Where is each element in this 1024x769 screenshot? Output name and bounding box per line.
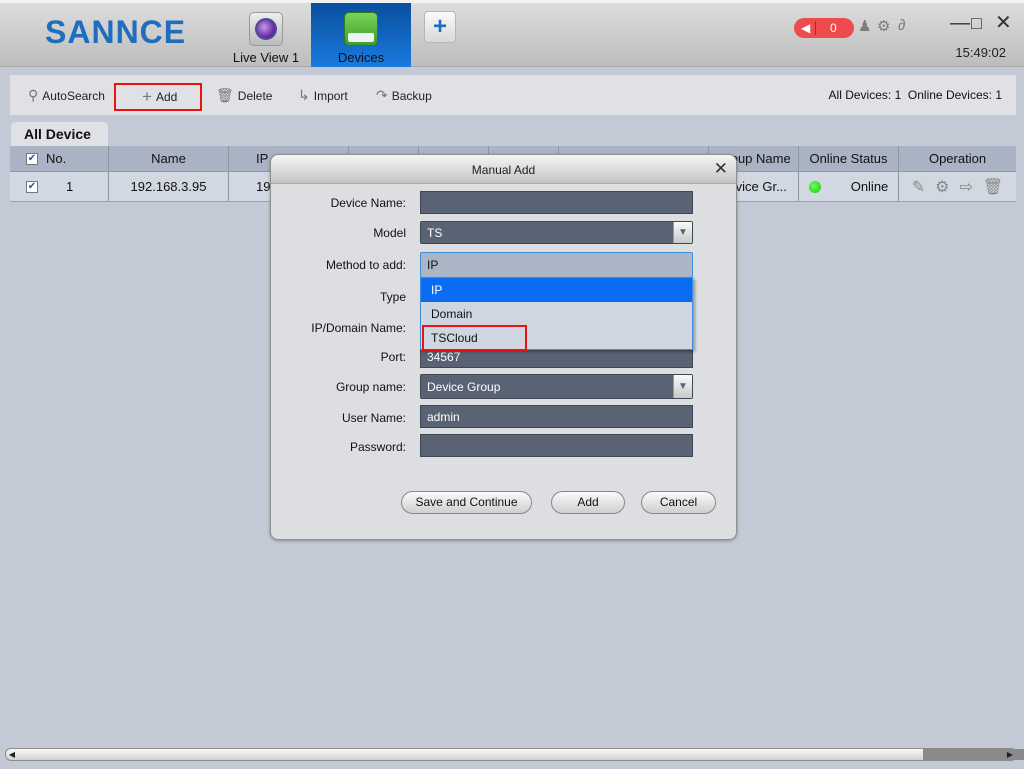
model-value: TS [427, 226, 443, 240]
device-counts: All Devices: 1 Online Devices: 1 [829, 88, 1002, 102]
performance-gauge-icon[interactable]: ∂ [898, 17, 905, 34]
save-and-continue-button[interactable]: Save and Continue [401, 491, 532, 514]
tab-live-view[interactable]: Live View 1 [222, 3, 310, 67]
title-bar: SANNCE Live View 1 Devices + ◀ 0 ♟ ⚙ ∂ —… [0, 0, 1024, 67]
user-icon[interactable]: ♟ [858, 17, 871, 35]
header-no[interactable]: ✔ No. [10, 146, 109, 171]
add-device-button[interactable]: Add [551, 491, 625, 514]
header-operation: Operation [928, 151, 987, 166]
tscloud-highlight [422, 325, 527, 351]
import-icon: ↳ [298, 87, 310, 103]
trash-icon: 🗑 [216, 87, 234, 103]
add-tab-button[interactable]: + [424, 11, 456, 43]
clock: 15:49:02 [955, 45, 1006, 60]
camera-lens-icon [249, 12, 283, 46]
tab-live-view-label: Live View 1 [232, 50, 300, 65]
device-name-label: Device Name: [330, 196, 406, 210]
edit-pencil-icon[interactable]: ✎ [912, 177, 925, 197]
password-input[interactable] [420, 434, 693, 457]
devices-icon [344, 12, 378, 46]
gear-icon[interactable]: ⚙ [877, 17, 890, 35]
scroll-left-icon[interactable]: ◀ [7, 749, 17, 760]
row-no-value: 1 [66, 179, 74, 194]
autosearch-label: AutoSearch [42, 88, 105, 103]
alarm-badge[interactable]: ◀ 0 [794, 18, 854, 38]
model-select[interactable]: TS ▼ [420, 221, 693, 244]
header-name[interactable]: Name [109, 146, 229, 171]
delete-button[interactable]: 🗑 Delete [216, 87, 272, 104]
tab-devices-label: Devices [337, 50, 385, 65]
method-label: Method to add: [325, 258, 406, 272]
backup-label: Backup [391, 88, 432, 103]
backup-button[interactable]: ↷ Backup [376, 87, 432, 104]
chevron-down-icon[interactable]: ▼ [673, 375, 692, 398]
ip-domain-label: IP/Domain Name: [311, 321, 406, 335]
row-checkbox[interactable]: ✔ [26, 180, 38, 193]
row-status: Online [799, 172, 899, 201]
backup-icon: ↷ [376, 87, 388, 103]
dialog-close-icon[interactable]: ✕ [714, 159, 728, 179]
close-icon[interactable]: ✕ [995, 12, 1012, 34]
user-name-input[interactable]: admin [420, 405, 693, 428]
port-label: Port: [380, 350, 406, 364]
settings-gear-icon[interactable]: ⚙ [935, 177, 949, 197]
type-label: Type [379, 290, 406, 304]
app-logo: SANNCE [45, 14, 187, 50]
online-status-dot [808, 180, 821, 193]
chevron-down-icon[interactable]: ▼ [673, 222, 692, 243]
top-strip [0, 0, 1024, 3]
all-devices-label: All Devices: [828, 88, 892, 102]
method-select[interactable]: IP [420, 252, 693, 278]
row-no: ✔ 1 [10, 172, 109, 201]
row-name: 192.168.3.95 [109, 172, 229, 201]
header-no-label: No. [46, 151, 67, 166]
search-icon: ⚲ [28, 87, 39, 103]
alarm-count: 0 [830, 21, 837, 35]
row-status-label: Online [850, 179, 889, 194]
method-option-domain[interactable]: Domain [421, 302, 692, 326]
group-name-value: Device Group [427, 380, 501, 394]
method-option-ip[interactable]: IP [421, 278, 692, 302]
logout-arrow-icon[interactable]: ⇨ [960, 177, 973, 197]
scroll-right-icon[interactable]: ▶ [1005, 749, 1015, 760]
device-name-input[interactable] [420, 191, 693, 214]
user-name-label: User Name: [341, 411, 406, 425]
import-button[interactable]: ↳ Import [298, 87, 348, 104]
tab-devices[interactable]: Devices [311, 3, 411, 67]
cancel-button[interactable]: Cancel [641, 491, 716, 514]
delete-label: Delete [237, 88, 273, 103]
select-all-checkbox[interactable]: ✔ [26, 152, 38, 165]
dialog-title: Manual Add [271, 155, 736, 184]
minimize-icon[interactable]: — [950, 12, 970, 34]
delete-trash-icon[interactable]: 🗑 [983, 177, 1003, 197]
speaker-icon: ◀ [801, 21, 811, 35]
tab-all-device[interactable]: All Device [11, 122, 108, 147]
row-operations: ✎ ⚙ ⇨ 🗑 [899, 172, 1016, 201]
add-button-highlight [114, 83, 202, 111]
maximize-icon[interactable]: □ [971, 12, 982, 34]
alarm-separator [815, 21, 816, 35]
horizontal-scrollbar[interactable]: ◀ ▶ [5, 748, 1024, 761]
import-label: Import [313, 88, 348, 103]
online-devices-label: Online Devices: [907, 88, 992, 102]
all-devices-count: 1 [894, 88, 902, 102]
password-label: Password: [349, 440, 406, 454]
group-name-label: Group name: [335, 380, 406, 394]
header-status[interactable]: Online Status [799, 146, 899, 171]
autosearch-button[interactable]: ⚲ AutoSearch [28, 87, 105, 104]
model-label: Model [373, 226, 406, 240]
manual-add-dialog: Manual Add ✕ Device Name: Model TS ▼ Met… [270, 154, 737, 540]
group-name-select[interactable]: Device Group ▼ [420, 374, 693, 399]
online-devices-count: 1 [995, 88, 1002, 102]
